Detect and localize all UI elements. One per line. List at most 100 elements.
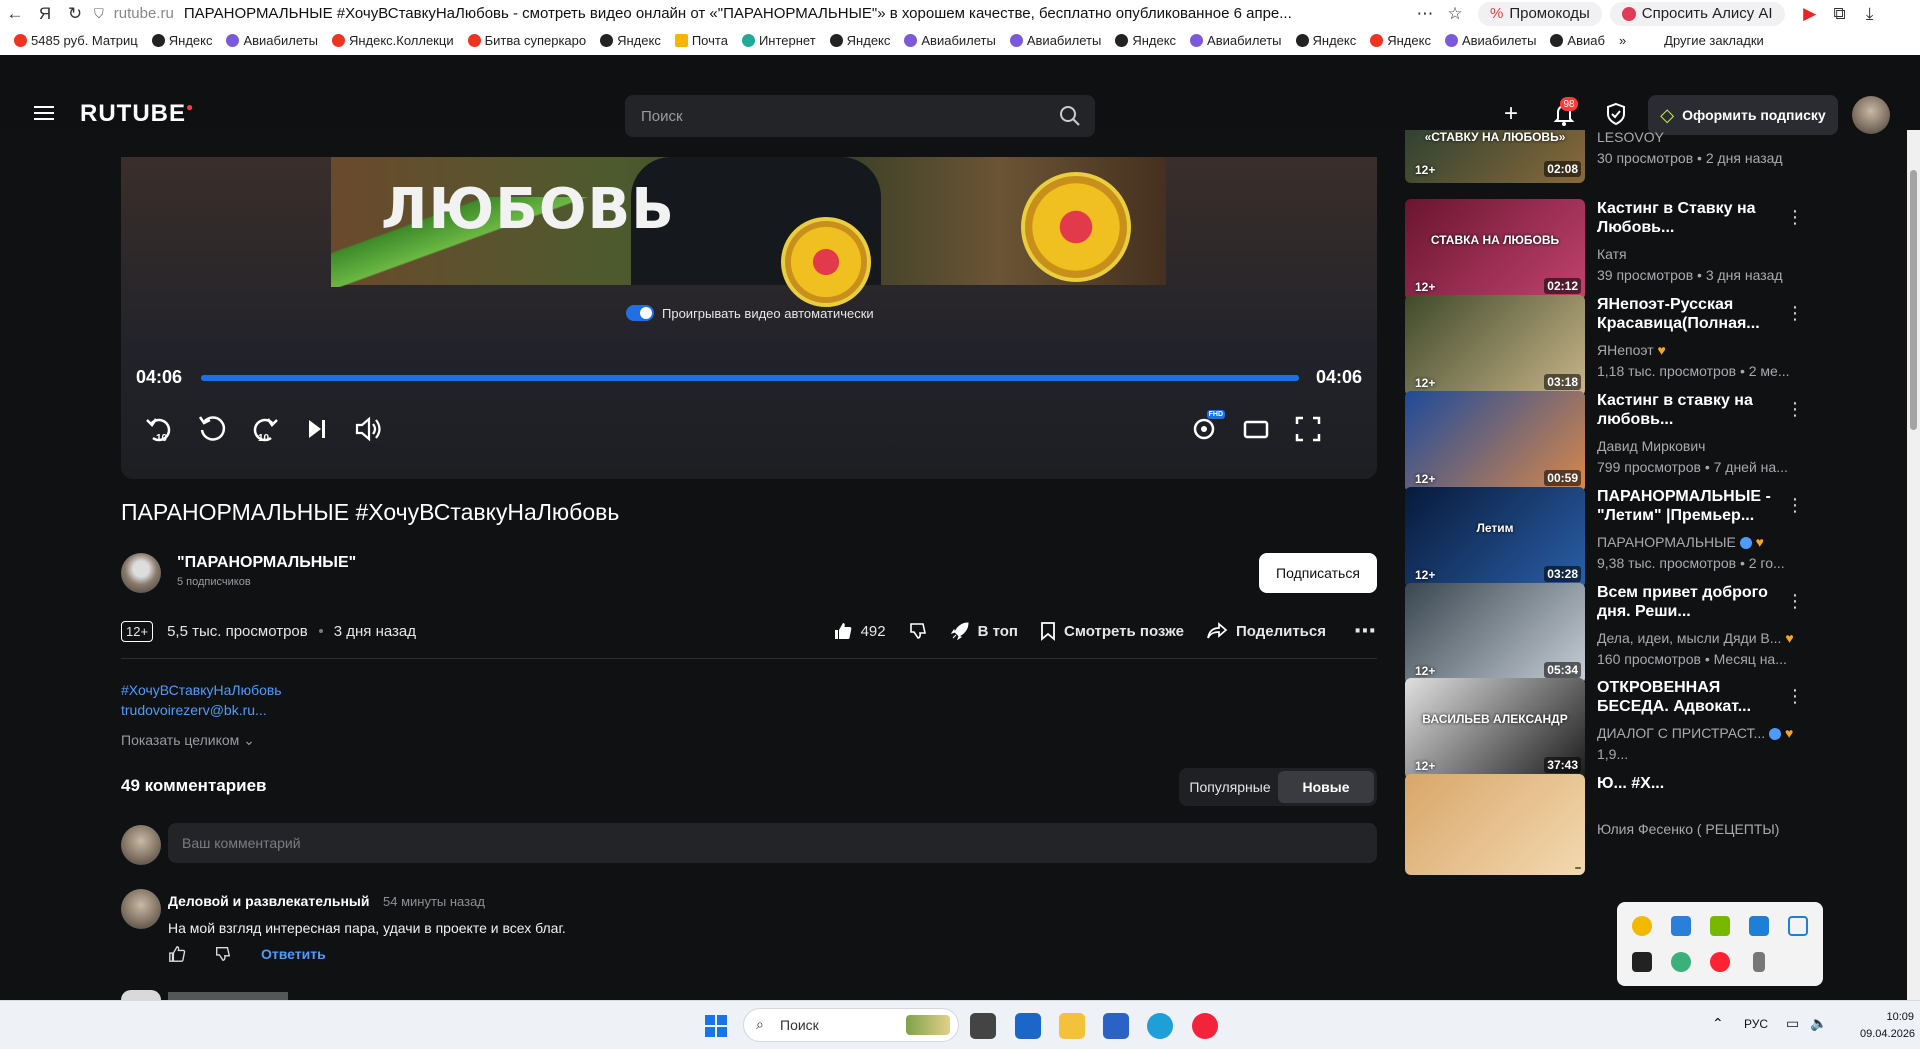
recommendation-card[interactable]: 12+ 03:18 ЯНепоэт-Русская Красавица(Полная… (1400, 295, 1906, 397)
channel-name[interactable]: "ПАРАНОРМАЛЬНЫЕ" (177, 554, 356, 572)
recommendation-title[interactable]: Всем привет доброго дня. Реши... (1597, 583, 1787, 621)
yandex-browser-taskbar-icon[interactable] (1192, 1013, 1218, 1039)
recommendation-card[interactable]: 12+ 00:59 Кастинг в ставку на любовь... Дав… (1400, 391, 1906, 493)
store-icon[interactable] (1103, 1013, 1129, 1039)
subscription-offer-button[interactable]: ◇ Оформить подписку (1648, 95, 1838, 135)
input-language[interactable]: РУС (1744, 1017, 1768, 1031)
recommendation-card[interactable]: Ю... #Х... Юлия Фесенко ( РЕЦЕПТЫ) (1400, 774, 1906, 876)
clock-time[interactable]: 10:09 (1878, 1011, 1914, 1023)
recommendation-title[interactable]: ПАРАНОРМАЛЬНЫЕ - "Летим" |Премьер... (1597, 487, 1787, 525)
user-avatar[interactable] (1852, 96, 1890, 134)
shield-icon[interactable] (1602, 100, 1630, 128)
outlook-icon[interactable] (1015, 1013, 1041, 1039)
address-bar[interactable]: ⛉ rutube.ru ПАРАНОРМАЛЬНЫЕ #ХочуВСтавкуН… (90, 2, 1410, 26)
fullscreen-icon[interactable] (1291, 412, 1325, 446)
vpn-icon[interactable] (1671, 952, 1692, 972)
theater-mode-icon[interactable] (1239, 412, 1273, 446)
page-scrollbar[interactable] (1907, 130, 1920, 1000)
recommendation-title[interactable]: Кастинг в ставку на любовь... (1597, 391, 1787, 429)
recommendation-thumbnail[interactable] (1405, 774, 1585, 875)
add-icon[interactable]: + (1497, 100, 1525, 128)
task-view-icon[interactable] (970, 1013, 996, 1039)
comment-author-avatar[interactable] (121, 889, 161, 929)
recommendation-card[interactable]: СТАВКА НА ЛЮБОВЬ 12+ 02:12 Кастинг в Ставку… (1400, 199, 1906, 301)
windows-start-icon[interactable] (704, 1014, 728, 1038)
recommendation-channel[interactable]: LESOVOY (1597, 130, 1664, 145)
capture-icon[interactable] (1787, 916, 1808, 936)
network-icon[interactable]: ▭ (1786, 1015, 1799, 1032)
volume-icon[interactable] (351, 412, 385, 446)
usb-icon[interactable] (1752, 952, 1765, 972)
bing-icon[interactable] (1671, 916, 1692, 936)
comment-dislike-icon[interactable] (214, 945, 232, 963)
progress-bar[interactable] (201, 375, 1299, 381)
share-button[interactable]: Поделиться (1206, 621, 1326, 641)
description-hashtag[interactable]: #ХочуВСтавкуНаЛюбовь (121, 682, 282, 698)
recommendation-thumbnail[interactable]: СТАВКА НА ЛЮБОВЬ 12+ 02:12 (1405, 199, 1585, 300)
bookmark-item[interactable]: Авиаб (1550, 33, 1605, 48)
recommendation-card[interactable]: Летим 12+ 03:28 ПАРАНОРМАЛЬНЫЕ - "Летим" |П… (1400, 487, 1906, 589)
rutube-logo[interactable]: RUTUBE● (80, 100, 194, 128)
bookmark-item[interactable]: Битва суперкаро (467, 33, 586, 48)
rewind-10-icon[interactable]: 10 (143, 412, 177, 446)
tray-app-icon[interactable] (1632, 916, 1653, 936)
recommendation-thumbnail[interactable]: 12+ 05:34 (1405, 583, 1585, 684)
speaker-icon[interactable]: 🔈 (1810, 1015, 1827, 1032)
search-input[interactable]: Поиск (625, 95, 1095, 137)
yandex-home-icon[interactable]: Я (30, 0, 60, 27)
subscribe-button[interactable]: Подписаться (1259, 553, 1377, 593)
bookmark-item[interactable]: Яндекс (829, 33, 890, 48)
recommendation-thumbnail[interactable]: НАРОДНЫЙ КАСТИНГ «СТАВКУ НА ЛЮБОВЬ» 12+ 02… (1405, 130, 1585, 183)
bookmark-item[interactable]: Яндекс.Коллекци (331, 33, 454, 48)
clock-date[interactable]: 09.04.2026 (1860, 1028, 1915, 1040)
bookmarks-overflow-icon[interactable]: » (1619, 33, 1626, 48)
recommendation-channel[interactable]: ДИАЛОГ С ПРИСТРАСТ... ♥ (1597, 725, 1793, 741)
other-bookmarks[interactable]: Другие закладки (1664, 33, 1764, 48)
kebab-menu-icon[interactable]: ⋮ (1785, 591, 1805, 611)
recommendation-channel[interactable]: ПАРАНОРМАЛЬНЫЕ ♥ (1597, 534, 1764, 550)
yandex-browser-icon[interactable] (1709, 952, 1730, 972)
replay-icon[interactable] (195, 412, 229, 446)
recommendation-card[interactable]: ВАСИЛЬЕВ АЛЕКСАНДР 12+ 37:43 ОТКРОВЕННАЯ БЕ… (1400, 678, 1906, 780)
next-video-icon[interactable] (299, 412, 333, 446)
recommendation-channel[interactable]: Катя (1597, 246, 1627, 262)
recommendation-channel[interactable]: Дела, идеи, мысли Дяди В... ♥ (1597, 630, 1794, 646)
taskbar-search[interactable]: ⌕ Поиск (743, 1008, 959, 1042)
bookmark-item[interactable]: Почта (674, 33, 728, 48)
bookmark-item[interactable]: Авиабилеты (1444, 33, 1536, 48)
autoplay-switch[interactable] (626, 305, 654, 321)
kebab-menu-icon[interactable]: ⋮ (1785, 686, 1805, 706)
reload-icon[interactable]: ↻ (60, 0, 90, 27)
settings-button[interactable]: FHD (1187, 410, 1225, 446)
alice-button[interactable]: Спросить Алису AI (1609, 1, 1785, 26)
kebab-menu-icon[interactable]: ⋮ (1785, 207, 1805, 227)
terminal-icon[interactable] (1632, 952, 1653, 972)
edge-icon[interactable] (1147, 1013, 1173, 1039)
site-info-icon[interactable]: ⛉ (94, 6, 104, 22)
search-icon[interactable] (1059, 105, 1081, 127)
watch-later-button[interactable]: Смотреть позже (1040, 621, 1184, 641)
scrollbar-thumb[interactable] (1910, 170, 1917, 430)
promo-button[interactable]: % Промокоды (1478, 1, 1602, 26)
menu-icon[interactable] (33, 104, 55, 122)
description-email[interactable]: trudovoirezerv@bk.ru... (121, 702, 267, 718)
comment-author[interactable]: Деловой и развлекательный (168, 893, 370, 909)
bookmark-item[interactable]: Яндекс (1295, 33, 1356, 48)
recommendation-thumbnail[interactable]: 12+ 00:59 (1405, 391, 1585, 492)
file-explorer-icon[interactable] (1059, 1013, 1085, 1039)
bookmark-item[interactable]: Авиабилеты (226, 33, 318, 48)
thumbs-down-icon[interactable] (908, 621, 928, 641)
recommendation-thumbnail[interactable]: 12+ 03:18 (1405, 295, 1585, 396)
bookmark-item[interactable]: Яндекс (1115, 33, 1176, 48)
sort-popular-button[interactable]: Популярные (1182, 771, 1278, 803)
bookmark-icon[interactable]: ☆ (1440, 0, 1470, 27)
bookmark-item[interactable]: Интернет (741, 33, 816, 48)
recommendation-channel[interactable]: ЯНепоэт ♥ (1597, 342, 1666, 358)
recommendation-card[interactable]: НАРОДНЫЙ КАСТИНГ «СТАВКУ НА ЛЮБОВЬ» 12+ 02… (1400, 130, 1906, 184)
recommendation-thumbnail[interactable]: Летим 12+ 03:28 (1405, 487, 1585, 588)
channel-avatar[interactable] (121, 553, 161, 593)
comment-input[interactable]: Ваш комментарий (168, 823, 1377, 863)
show-full-description[interactable]: Показать целиком ⌄ (121, 732, 255, 749)
recommendation-card[interactable]: 12+ 05:34 Всем привет доброго дня. Реши...… (1400, 583, 1906, 685)
bookmark-item[interactable]: Авиабилеты (904, 33, 996, 48)
